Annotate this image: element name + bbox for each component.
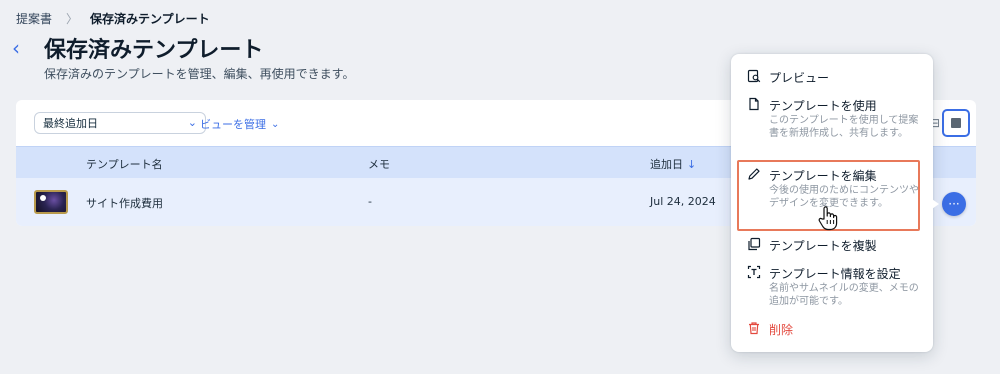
menu-item-label: テンプレートを複製 [769, 239, 877, 253]
chevron-down-icon: ⌄ [271, 118, 280, 130]
preview-icon [747, 69, 761, 83]
list-view-toggle[interactable] [942, 109, 970, 137]
template-thumbnail [34, 190, 68, 214]
chevron-right-icon: 〉 [66, 12, 79, 26]
page-title: 保存済みテンプレート [44, 38, 264, 63]
menu-item-use-template[interactable]: テンプレートを使用 このテンプレートを使用して提案書を新規作成し、共有します。 [731, 94, 933, 158]
sort-arrow-icon: ↓ [687, 158, 697, 171]
menu-item-template-info[interactable]: テンプレート情報を設定 名前やサムネイルの変更、メモの追加が可能です。 [731, 262, 933, 318]
template-name: サイト作成費用 [86, 197, 163, 210]
page-subtitle: 保存済みのテンプレートを管理、編集、再使用できます。 [44, 67, 355, 81]
manage-views-label: ビューを管理 [200, 118, 266, 131]
trash-icon [749, 322, 759, 335]
menu-item-delete[interactable]: 削除 [731, 318, 933, 338]
column-header-added[interactable]: 追加日 ↓ [650, 156, 696, 172]
menu-item-preview[interactable]: プレビュー [731, 66, 933, 86]
more-actions-button[interactable]: ··· [942, 192, 966, 216]
menu-item-label: 削除 [769, 323, 794, 337]
menu-item-label: テンプレート情報を設定 [769, 267, 901, 281]
template-added-date: Jul 24, 2024 [650, 195, 716, 208]
menu-item-description: 名前やサムネイルの変更、メモの追加が可能です。 [769, 283, 919, 307]
sort-dropdown[interactable]: 最終追加日 ⌄ [34, 112, 206, 134]
text-box-icon [747, 265, 761, 279]
breadcrumb-parent[interactable]: 提案書 [16, 10, 52, 27]
menu-item-label: テンプレートを使用 [769, 99, 877, 113]
document-icon [749, 97, 759, 111]
menu-item-duplicate-template[interactable]: テンプレートを複製 [731, 234, 933, 254]
list-view-icon [951, 118, 961, 128]
sort-dropdown-value: 最終追加日 [43, 117, 98, 130]
template-memo: - [368, 195, 372, 208]
menu-item-label: プレビュー [769, 71, 830, 85]
column-header-name[interactable]: テンプレート名 [86, 156, 163, 172]
duplicate-icon [748, 237, 761, 251]
hand-cursor-icon [818, 206, 838, 231]
column-header-added-label: 追加日 [650, 158, 683, 171]
breadcrumb-current: 保存済みテンプレート [90, 12, 210, 26]
manage-views-button[interactable]: ビューを管理 ⌄ [200, 116, 279, 132]
breadcrumb: 提案書 〉 保存済みテンプレート [16, 10, 210, 27]
column-header-memo[interactable]: メモ [368, 156, 390, 172]
menu-item-description: このテンプレートを使用して提案書を新規作成し、共有します。 [769, 115, 919, 139]
chevron-down-icon: ⌄ [187, 116, 197, 129]
back-arrow-icon[interactable]: ‹ [12, 36, 30, 60]
